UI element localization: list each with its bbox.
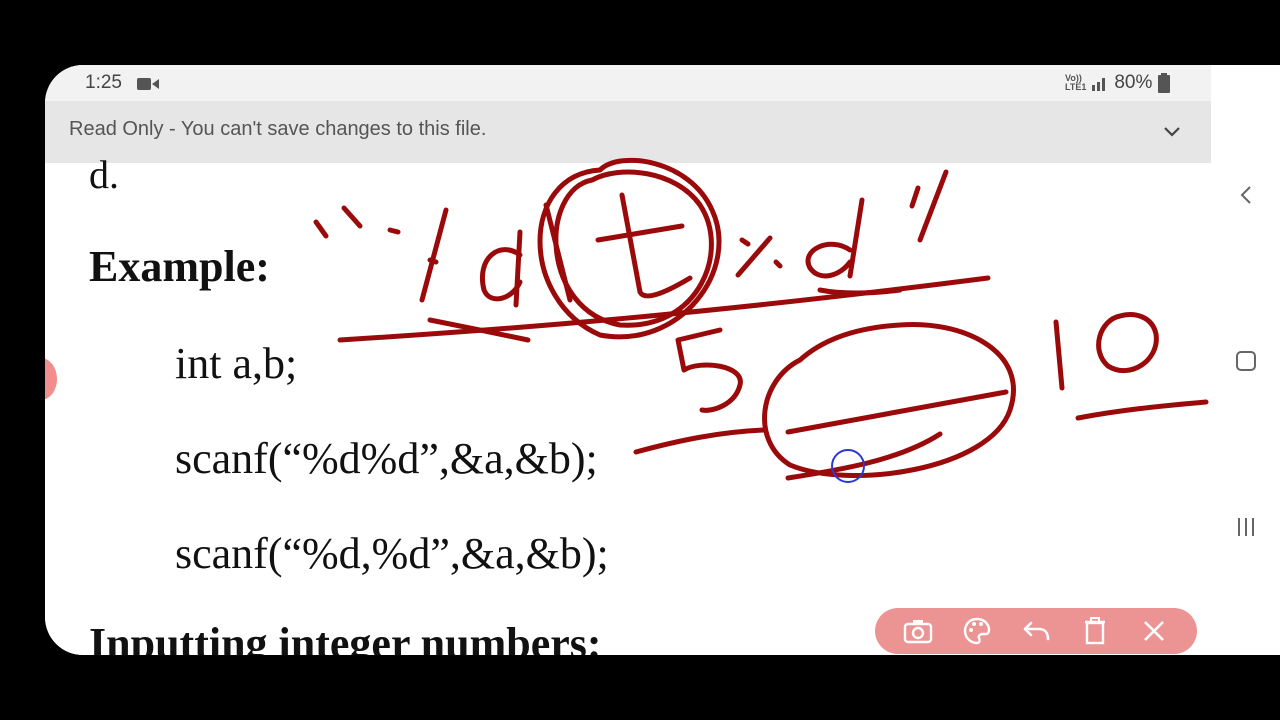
home-square-icon[interactable]	[1231, 346, 1261, 376]
drawing-toolbar	[875, 608, 1197, 654]
code-line-scanf-1: scanf(“%d%d”,&a,&b);	[175, 434, 598, 483]
video-camera-icon	[137, 78, 159, 90]
palette-icon[interactable]	[962, 616, 992, 646]
signal-icon	[1092, 78, 1106, 91]
recents-icon[interactable]	[1231, 512, 1261, 542]
status-bar: 1:25 Vo)) LTE1 80%	[45, 65, 1211, 101]
navigation-bar	[1211, 65, 1280, 655]
status-time: 1:25	[85, 72, 122, 93]
read-only-message: Read Only - You can't save changes to th…	[69, 118, 487, 140]
read-only-banner: Read Only - You can't save changes to th…	[45, 101, 1211, 163]
margin-handle[interactable]	[45, 358, 57, 400]
code-line-scanf-2: scanf(“%d,%d”,&a,&b);	[175, 529, 609, 578]
doc-line-d: d.	[89, 152, 119, 197]
camera-icon[interactable]	[903, 616, 933, 646]
chevron-down-icon[interactable]	[1161, 123, 1183, 141]
battery-icon	[1158, 73, 1171, 93]
trash-icon[interactable]	[1080, 616, 1110, 646]
status-indicators: Vo)) LTE1 80%	[1065, 72, 1171, 94]
example-heading: Example:	[89, 242, 270, 291]
next-section-heading: Inputting integer numbers:	[89, 619, 602, 655]
phone-screen: 1:25 Vo)) LTE1 80% Read Only - You can't …	[45, 65, 1280, 655]
volte-icon: Vo)) LTE1	[1065, 73, 1087, 92]
back-chevron-icon[interactable]	[1231, 180, 1261, 210]
undo-icon[interactable]	[1021, 616, 1051, 646]
close-icon[interactable]	[1139, 616, 1169, 646]
battery-percentage: 80%	[1114, 72, 1153, 93]
document-page[interactable]: d. Example: int a,b; scanf(“%d%d”,&a,&b)…	[45, 152, 1211, 655]
code-line-int: int a,b;	[175, 339, 298, 388]
